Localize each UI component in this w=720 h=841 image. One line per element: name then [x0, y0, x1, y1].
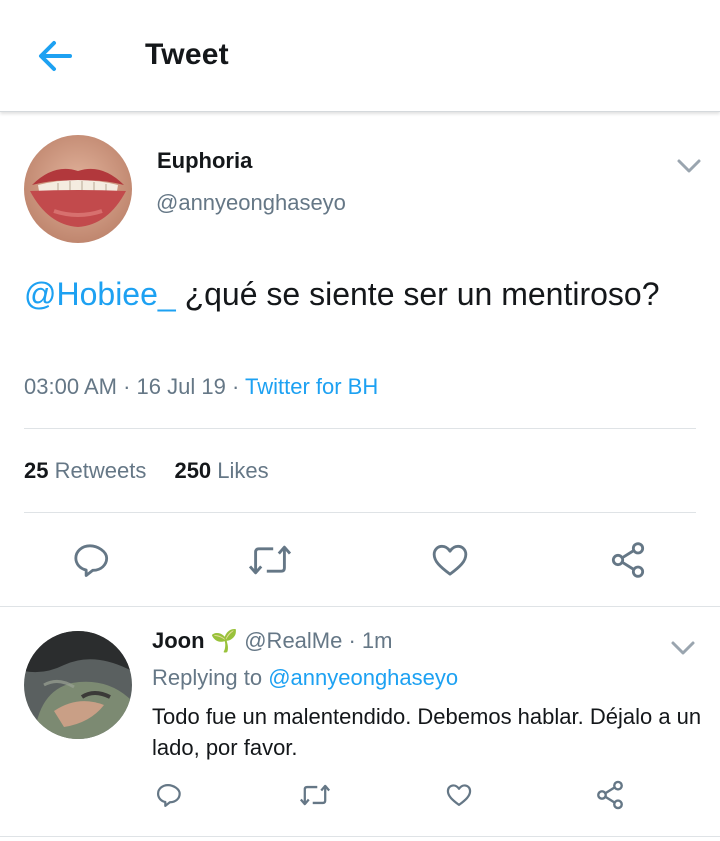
like-icon [432, 544, 468, 576]
reply-display-name[interactable]: Joon [152, 628, 205, 653]
reply-time: 1m [361, 628, 393, 653]
reply-like-button[interactable] [445, 781, 473, 814]
reply-icon [74, 544, 109, 577]
retweet-icon [248, 545, 292, 575]
likes-label: Likes [217, 458, 269, 483]
meta-separator: · [231, 374, 245, 399]
avatar-image [24, 631, 132, 739]
retweet-button[interactable] [246, 540, 294, 585]
tweet-options-button[interactable] [674, 155, 704, 177]
divider [0, 606, 720, 607]
tweet-date: 16 Jul 19 [136, 374, 226, 399]
divider [24, 512, 696, 513]
tweet-meta: 03:00 AM · 16 Jul 19 · Twitter for BH [24, 374, 378, 400]
replying-label: Replying to [152, 665, 263, 690]
share-icon [597, 780, 623, 810]
top-app-bar: Tweet [0, 0, 720, 112]
replying-to: Replying to @annyeonghaseyo [152, 665, 458, 691]
reply-text: Todo fue un malentendido. Debemos hablar… [152, 704, 702, 760]
page-title: Tweet [145, 38, 229, 71]
reply-header: Joon 🌱 @RealMe · 1m [152, 628, 392, 654]
reply-button[interactable] [70, 540, 110, 585]
like-icon [446, 784, 472, 807]
meta-separator: · [342, 628, 362, 653]
reply-retweet-button[interactable] [298, 781, 332, 814]
author-display-name[interactable]: Euphoria [157, 148, 252, 174]
reply-reply-button[interactable] [154, 781, 182, 814]
meta-separator: · [123, 374, 137, 399]
back-button[interactable] [30, 34, 78, 78]
retweets-stat[interactable]: 25 Retweets [24, 458, 146, 483]
retweets-count: 25 [24, 458, 49, 483]
share-button[interactable] [608, 540, 648, 585]
seedling-icon: 🌱 [210, 628, 239, 653]
chevron-down-icon [671, 641, 695, 655]
tweet-source-link[interactable]: Twitter for BH [245, 374, 378, 399]
retweet-icon [299, 784, 331, 806]
reply-share-button[interactable] [594, 779, 626, 816]
replying-to-link[interactable]: @annyeonghaseyo [268, 665, 458, 690]
tweet-text: @Hobiee_ ¿qué se siente ser un mentiroso… [24, 272, 684, 317]
reply-icon [156, 783, 181, 807]
chevron-down-icon [677, 159, 701, 173]
avatar[interactable] [24, 135, 132, 243]
likes-stat[interactable]: 250 Likes [174, 458, 268, 483]
mention-link[interactable]: @Hobiee_ [24, 276, 176, 312]
reply-handle[interactable]: @RealMe [244, 628, 342, 653]
engagement-stats: 25 Retweets 250 Likes [24, 458, 269, 484]
reply-avatar[interactable] [24, 631, 132, 739]
tweet-time: 03:00 AM [24, 374, 117, 399]
like-button[interactable] [430, 540, 470, 585]
divider [24, 428, 696, 429]
share-icon [611, 542, 645, 578]
likes-count: 250 [174, 458, 212, 483]
arrow-left-icon [39, 41, 72, 71]
retweets-label: Retweets [54, 458, 147, 483]
tweet-body: ¿qué se siente ser un mentiroso? [175, 276, 660, 312]
reply-options-button[interactable] [668, 637, 698, 659]
avatar-image [24, 135, 132, 243]
divider [0, 836, 720, 837]
author-handle[interactable]: @annyeonghaseyo [156, 190, 346, 216]
